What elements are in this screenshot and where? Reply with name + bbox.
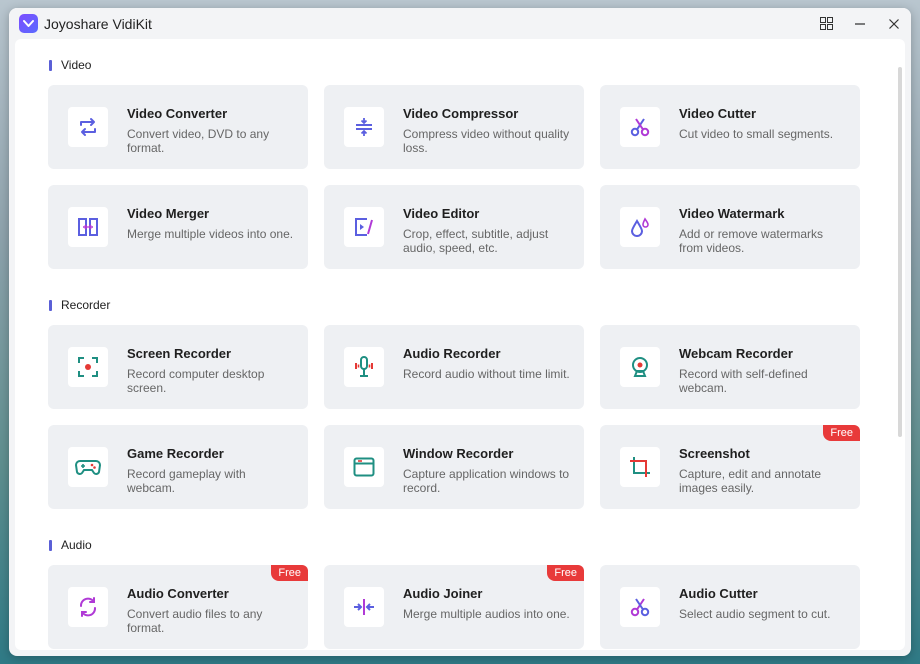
grid-icon bbox=[819, 17, 833, 30]
card-title: Window Recorder bbox=[403, 446, 514, 461]
card-title: Screenshot bbox=[679, 446, 750, 461]
card-description: Convert audio files to any format. bbox=[127, 607, 263, 635]
card-title: Video Compressor bbox=[403, 106, 519, 121]
card-screen-recorder[interactable]: Screen Recorder Record computer desktop … bbox=[48, 325, 308, 409]
card-screenshot[interactable]: Free Screenshot Capture, edit and annota… bbox=[600, 425, 860, 509]
card-audio-recorder[interactable]: Audio Recorder Record audio without time… bbox=[324, 325, 584, 409]
section-title-audio: Audio bbox=[49, 538, 92, 552]
gamepad-icon bbox=[68, 447, 108, 487]
compress-icon bbox=[344, 107, 384, 147]
webcam-icon bbox=[620, 347, 660, 387]
crop-icon bbox=[620, 447, 660, 487]
card-title: Video Editor bbox=[403, 206, 480, 221]
free-badge: Free bbox=[823, 425, 860, 441]
app-logo-icon bbox=[19, 14, 38, 33]
card-description: Merge multiple audios into one. bbox=[403, 607, 570, 621]
edit-icon bbox=[344, 207, 384, 247]
close-icon bbox=[889, 18, 899, 29]
free-badge: Free bbox=[547, 565, 584, 581]
card-description: Compress video without quality loss. bbox=[403, 127, 570, 155]
section-title-video: Video bbox=[49, 58, 91, 72]
card-description: Record with self-defined webcam. bbox=[679, 367, 808, 395]
window-icon bbox=[344, 447, 384, 487]
card-title: Video Cutter bbox=[679, 106, 757, 121]
card-title: Game Recorder bbox=[127, 446, 224, 461]
app-window: Joyoshare VidiKit Video Video Converter … bbox=[9, 8, 911, 656]
card-description: Convert video, DVD to any format. bbox=[127, 127, 270, 155]
card-audio-joiner[interactable]: Free Audio Joiner Merge multiple audios … bbox=[324, 565, 584, 649]
card-title: Audio Converter bbox=[127, 586, 229, 601]
section-accent-bar bbox=[49, 539, 52, 551]
card-description: Select audio segment to cut. bbox=[679, 607, 831, 621]
card-video-cutter[interactable]: Video Cutter Cut video to small segments… bbox=[600, 85, 860, 169]
convert-icon bbox=[68, 107, 108, 147]
card-video-editor[interactable]: Video Editor Crop, effect, subtitle, adj… bbox=[324, 185, 584, 269]
tools-panel: Video Video Converter Convert video, DVD… bbox=[15, 39, 905, 650]
card-audio-converter[interactable]: Free Audio Converter Convert audio files… bbox=[48, 565, 308, 649]
card-description: Add or remove watermarks from videos. bbox=[679, 227, 824, 255]
section-label: Video bbox=[61, 58, 92, 72]
card-title: Video Merger bbox=[127, 206, 210, 221]
card-video-compressor[interactable]: Video Compressor Compress video without … bbox=[324, 85, 584, 169]
card-description: Merge multiple videos into one. bbox=[127, 227, 294, 241]
card-title: Audio Recorder bbox=[403, 346, 501, 361]
screen-record-icon bbox=[68, 347, 108, 387]
minimize-icon bbox=[855, 22, 865, 25]
microphone-icon bbox=[344, 347, 384, 387]
card-title: Audio Joiner bbox=[403, 586, 483, 601]
card-audio-cutter[interactable]: Audio Cutter Select audio segment to cut… bbox=[600, 565, 860, 649]
card-title: Video Watermark bbox=[679, 206, 785, 221]
section-label: Audio bbox=[61, 538, 92, 552]
card-title: Audio Cutter bbox=[679, 586, 758, 601]
card-video-watermark[interactable]: Video Watermark Add or remove watermarks… bbox=[600, 185, 860, 269]
layout-grid-button[interactable] bbox=[809, 8, 843, 39]
section-accent-bar bbox=[49, 59, 52, 71]
free-badge: Free bbox=[271, 565, 308, 581]
card-description: Record audio without time limit. bbox=[403, 367, 570, 381]
card-description: Record computer desktop screen. bbox=[127, 367, 265, 395]
audio-convert-icon bbox=[68, 587, 108, 627]
scissors-icon bbox=[620, 107, 660, 147]
section-accent-bar bbox=[49, 299, 52, 311]
card-description: Cut video to small segments. bbox=[679, 127, 834, 141]
vertical-scrollbar[interactable] bbox=[898, 67, 902, 437]
section-label: Recorder bbox=[61, 298, 111, 312]
audio-join-icon bbox=[344, 587, 384, 627]
card-window-recorder[interactable]: Window Recorder Capture application wind… bbox=[324, 425, 584, 509]
card-description: Capture application windows to record. bbox=[403, 467, 570, 495]
card-description: Capture, edit and annotate images easily… bbox=[679, 467, 822, 495]
minimize-button[interactable] bbox=[843, 8, 877, 39]
card-title: Screen Recorder bbox=[127, 346, 232, 361]
card-description: Crop, effect, subtitle, adjust audio, sp… bbox=[403, 227, 549, 255]
section-title-recorder: Recorder bbox=[49, 298, 110, 312]
audio-cut-icon bbox=[620, 587, 660, 627]
card-video-converter[interactable]: Video Converter Convert video, DVD to an… bbox=[48, 85, 308, 169]
card-title: Video Converter bbox=[127, 106, 228, 121]
watermark-icon bbox=[620, 207, 660, 247]
card-title: Webcam Recorder bbox=[679, 346, 793, 361]
close-button[interactable] bbox=[877, 8, 911, 39]
title-bar: Joyoshare VidiKit bbox=[9, 8, 911, 39]
card-game-recorder[interactable]: Game Recorder Record gameplay with webca… bbox=[48, 425, 308, 509]
card-webcam-recorder[interactable]: Webcam Recorder Record with self-defined… bbox=[600, 325, 860, 409]
merge-icon bbox=[68, 207, 108, 247]
card-video-merger[interactable]: Video Merger Merge multiple videos into … bbox=[48, 185, 308, 269]
card-description: Record gameplay with webcam. bbox=[127, 467, 246, 495]
app-title: Joyoshare VidiKit bbox=[44, 15, 152, 32]
